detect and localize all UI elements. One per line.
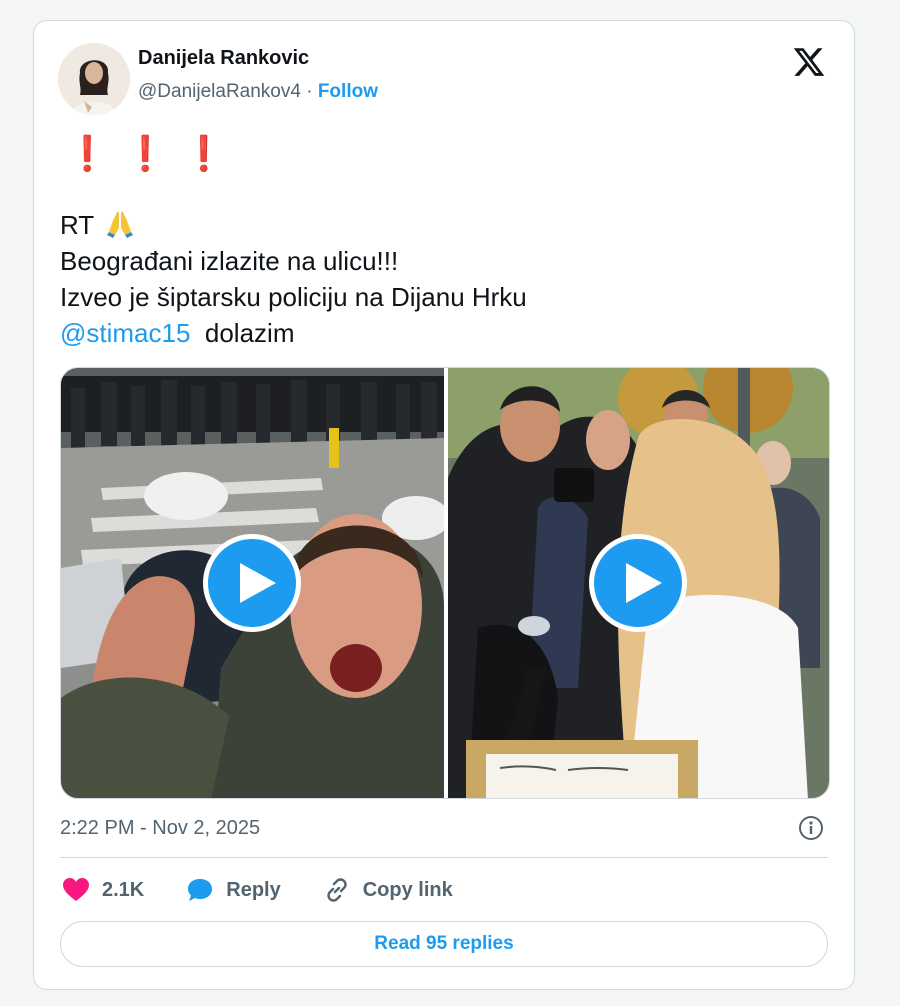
author-name[interactable]: Danijela Rankovic bbox=[138, 47, 309, 70]
reply-button[interactable]: Reply bbox=[186, 877, 281, 903]
play-button[interactable] bbox=[203, 534, 301, 632]
mention-link[interactable]: @stimac15 bbox=[60, 318, 190, 348]
play-button[interactable] bbox=[589, 534, 687, 632]
copy-link-button[interactable]: Copy link bbox=[323, 877, 453, 903]
exclamation-emoji-row: ❗❗❗ bbox=[66, 135, 242, 173]
tweet-line-4-text: dolazim bbox=[204, 318, 295, 348]
separator-dot: · bbox=[306, 81, 313, 102]
divider bbox=[60, 857, 828, 858]
follow-button[interactable]: Follow bbox=[318, 81, 378, 102]
media-grid bbox=[60, 367, 830, 799]
author-meta: @DanijelaRankov4 · Follow bbox=[138, 81, 378, 103]
tweet-line-3: Izveo je šiptarsku policiju na Dijanu Hr… bbox=[60, 282, 527, 312]
video-thumbnail-2[interactable] bbox=[448, 368, 829, 798]
tweet-line-1: RT bbox=[60, 207, 820, 243]
link-icon bbox=[327, 878, 347, 902]
tweet-text: ❗❗❗ RT Beograđani izlazite na ulicu!!! I… bbox=[60, 129, 820, 351]
info-icon[interactable] bbox=[798, 815, 824, 841]
avatar[interactable] bbox=[58, 43, 130, 115]
author-handle[interactable]: @DanijelaRankov4 bbox=[138, 81, 301, 102]
play-icon bbox=[626, 563, 662, 603]
tweet-line-1-text: RT bbox=[60, 210, 94, 240]
reply-label: Reply bbox=[226, 878, 281, 901]
folded-hands-emoji-icon bbox=[106, 211, 133, 238]
tweet-card: Danijela Rankovic @DanijelaRankov4 · Fol… bbox=[33, 20, 855, 990]
x-logo-icon[interactable] bbox=[792, 45, 826, 79]
like-button[interactable]: 2.1K bbox=[62, 877, 144, 903]
like-count: 2.1K bbox=[102, 878, 145, 901]
copy-link-label: Copy link bbox=[362, 878, 453, 901]
tweet-line-2: Beograđani izlazite na ulicu!!! bbox=[60, 246, 399, 276]
video-thumbnail-1[interactable] bbox=[61, 368, 444, 798]
read-replies-button[interactable]: Read 95 replies bbox=[60, 921, 828, 967]
heart-icon bbox=[63, 878, 89, 901]
play-icon bbox=[240, 563, 276, 603]
tweet-timestamp[interactable]: 2:22 PM - Nov 2, 2025 bbox=[60, 817, 260, 840]
reply-bubble-icon bbox=[188, 879, 213, 901]
action-bar: 2.1K Reply Copy link bbox=[62, 873, 495, 907]
tweet-line-4: @stimac15 dolazim bbox=[60, 315, 820, 351]
